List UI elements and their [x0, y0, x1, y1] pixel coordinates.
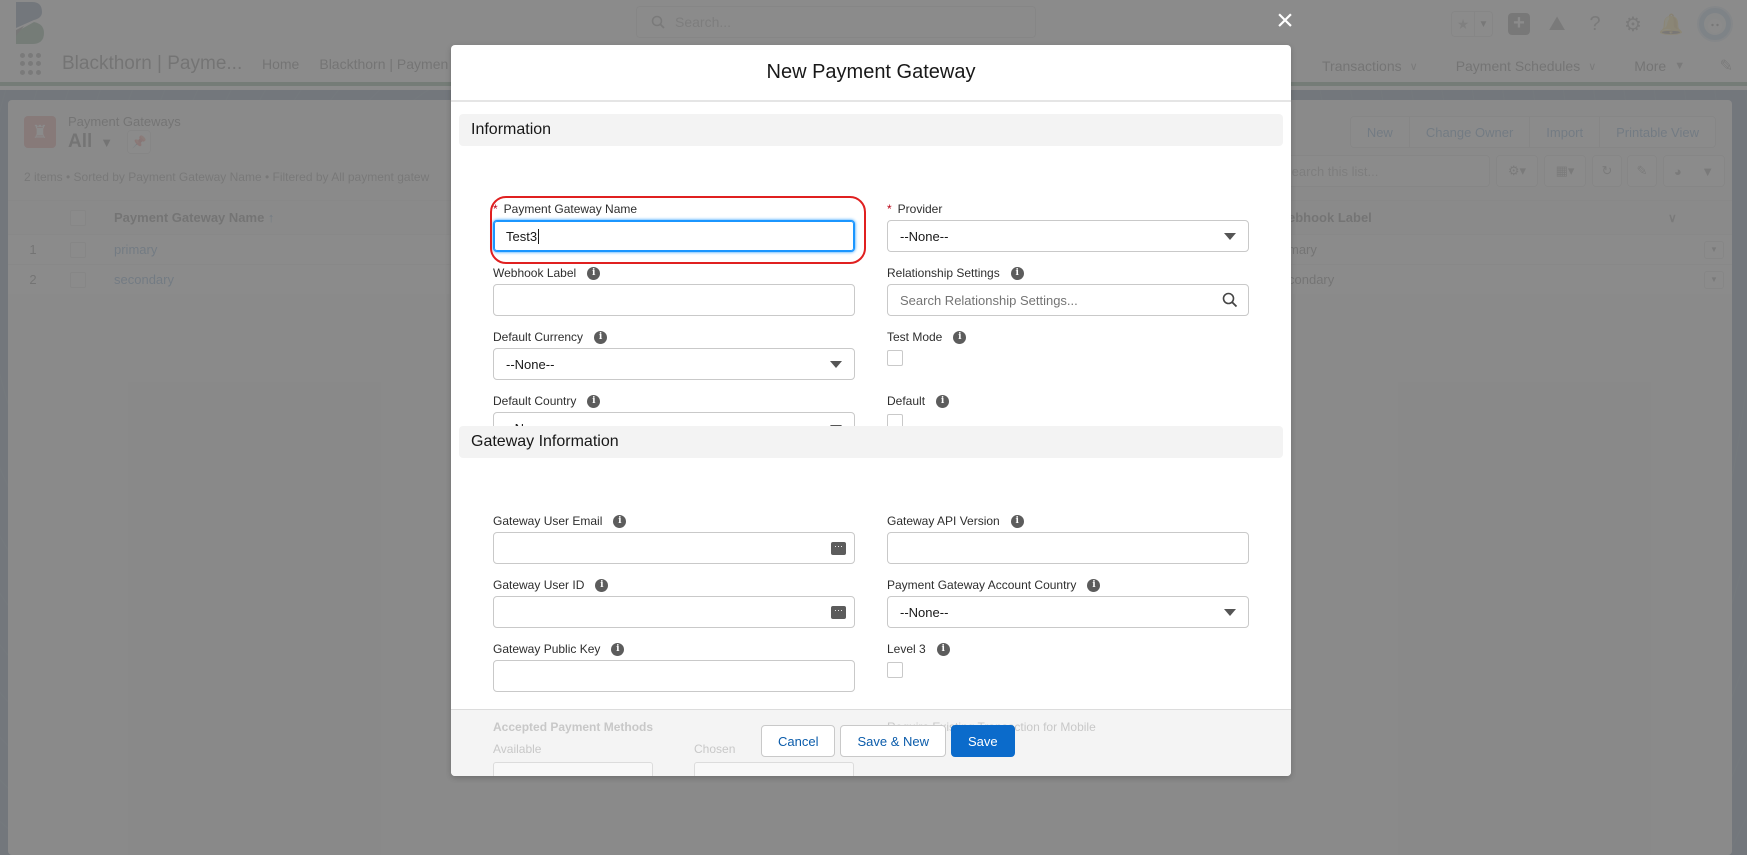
field-label: Default Country i [493, 392, 855, 410]
field-label: Level 3 i [887, 640, 1249, 658]
info-icon[interactable]: i [936, 642, 950, 656]
label-text: Gateway User Email [493, 514, 603, 528]
default-currency-field: Default Currency i --None-- [493, 328, 855, 380]
info-icon[interactable]: i [953, 330, 967, 344]
level-3-field: Level 3 i [887, 640, 1249, 678]
select-value: --None-- [900, 604, 949, 620]
section-information[interactable]: Information [459, 114, 1283, 146]
field-label: Gateway User ID i [493, 576, 855, 594]
payment-gateway-account-country-field: Payment Gateway Account Country i --None-… [887, 576, 1249, 628]
label-text: Payment Gateway Name [503, 202, 638, 216]
required-indicator: * [493, 202, 498, 216]
gateway-public-key-input[interactable] [493, 660, 855, 692]
close-modal-icon[interactable]: × [1270, 6, 1300, 36]
gateway-user-email-input[interactable]: ··· [493, 532, 855, 564]
field-label: Default Currency i [493, 328, 855, 346]
info-icon[interactable]: i [613, 514, 627, 528]
info-icon[interactable]: i [587, 394, 601, 408]
info-icon[interactable]: i [611, 642, 625, 656]
payment-gateway-name-field: * Payment Gateway Name Test3 [493, 200, 855, 252]
field-label: * Payment Gateway Name [493, 200, 855, 218]
label-text: Payment Gateway Account Country [887, 578, 1077, 592]
label-text: Level 3 [887, 642, 926, 656]
chosen-listbox[interactable] [694, 762, 854, 776]
gateway-api-version-field: Gateway API Version i [887, 512, 1249, 564]
gateway-user-id-input[interactable]: ··· [493, 596, 855, 628]
label-text: Default Currency [493, 330, 584, 344]
webhook-label-input[interactable] [493, 284, 855, 316]
lookup-placeholder: Search Relationship Settings... [900, 292, 1078, 308]
label-text: Default Country [493, 394, 577, 408]
provider-field: * Provider --None-- [887, 200, 1249, 252]
label-text: Gateway API Version [887, 514, 1000, 528]
default-field: Default i [887, 392, 1249, 430]
info-icon[interactable]: i [595, 578, 609, 592]
relationship-settings-field: Relationship Settings i Search Relationsh… [887, 264, 1249, 316]
provider-select[interactable]: --None-- [887, 220, 1249, 252]
select-value: --None-- [900, 228, 949, 244]
field-label: Default i [887, 392, 1249, 410]
info-icon[interactable]: i [594, 330, 608, 344]
label-text: Relationship Settings [887, 266, 1000, 280]
field-label: * Provider [887, 200, 1249, 218]
field-label: Test Mode i [887, 328, 1249, 346]
search-icon [1222, 292, 1238, 308]
available-listbox[interactable] [493, 762, 653, 776]
payment-gateway-name-input[interactable]: Test3 [493, 220, 855, 252]
required-indicator: * [887, 202, 892, 216]
field-label: Relationship Settings i [887, 264, 1249, 282]
label-text: Gateway Public Key [493, 642, 601, 656]
password-manager-icon[interactable]: ··· [831, 542, 846, 555]
gateway-api-version-input[interactable] [887, 532, 1249, 564]
field-label: Gateway User Email i [493, 512, 855, 530]
dropdown-caret-icon [830, 361, 842, 368]
payment-gateway-account-country-select[interactable]: --None-- [887, 596, 1249, 628]
footer-buttons: Cancel Save & New Save [761, 725, 1015, 757]
info-icon[interactable]: i [1010, 266, 1024, 280]
relationship-settings-lookup[interactable]: Search Relationship Settings... [887, 284, 1249, 316]
level-3-checkbox[interactable] [887, 662, 903, 678]
select-value: --None-- [506, 356, 555, 372]
gateway-user-email-field: Gateway User Email i ··· [493, 512, 855, 564]
field-label: Webhook Label i [493, 264, 855, 282]
default-currency-select[interactable]: --None-- [493, 348, 855, 380]
accepted-payment-methods-label: Accepted Payment Methods [493, 720, 654, 734]
modal-footer: Accepted Payment Methods Available Chose… [451, 709, 1291, 776]
save-button[interactable]: Save [951, 725, 1015, 757]
label-text: Webhook Label [493, 266, 577, 280]
label-text: Gateway User ID [493, 578, 585, 592]
webhook-label-field: Webhook Label i [493, 264, 855, 316]
chosen-list-label: Chosen [694, 742, 736, 756]
info-icon[interactable]: i [936, 394, 950, 408]
text-cursor [538, 228, 540, 244]
test-mode-field: Test Mode i [887, 328, 1249, 366]
field-label: Gateway API Version i [887, 512, 1249, 530]
info-icon[interactable]: i [587, 266, 601, 280]
field-label: Gateway Public Key i [493, 640, 855, 658]
password-manager-icon[interactable]: ··· [831, 606, 846, 619]
dropdown-caret-icon [1224, 609, 1236, 616]
modal-body[interactable]: Information * Payment Gateway Name Test3 … [451, 102, 1291, 709]
modal-title: New Payment Gateway [766, 61, 976, 83]
gateway-user-id-field: Gateway User ID i ··· [493, 576, 855, 628]
info-icon[interactable]: i [1010, 514, 1024, 528]
label-text: Provider [897, 202, 943, 216]
info-icon[interactable]: i [1087, 578, 1101, 592]
new-payment-gateway-modal: New Payment Gateway Information * Payment… [451, 45, 1291, 776]
available-list-label: Available [493, 742, 542, 756]
modal-header: New Payment Gateway [451, 45, 1291, 102]
test-mode-checkbox[interactable] [887, 350, 903, 366]
gateway-public-key-field: Gateway Public Key i [493, 640, 855, 692]
input-value: Test3 [506, 228, 538, 244]
label-text: Default [887, 394, 926, 408]
label-text: Test Mode [887, 330, 943, 344]
cancel-button[interactable]: Cancel [761, 725, 836, 757]
dropdown-caret-icon [1224, 233, 1236, 240]
save-and-new-button[interactable]: Save & New [840, 725, 947, 757]
section-gateway-information[interactable]: Gateway Information [459, 426, 1283, 458]
field-label: Payment Gateway Account Country i [887, 576, 1249, 594]
